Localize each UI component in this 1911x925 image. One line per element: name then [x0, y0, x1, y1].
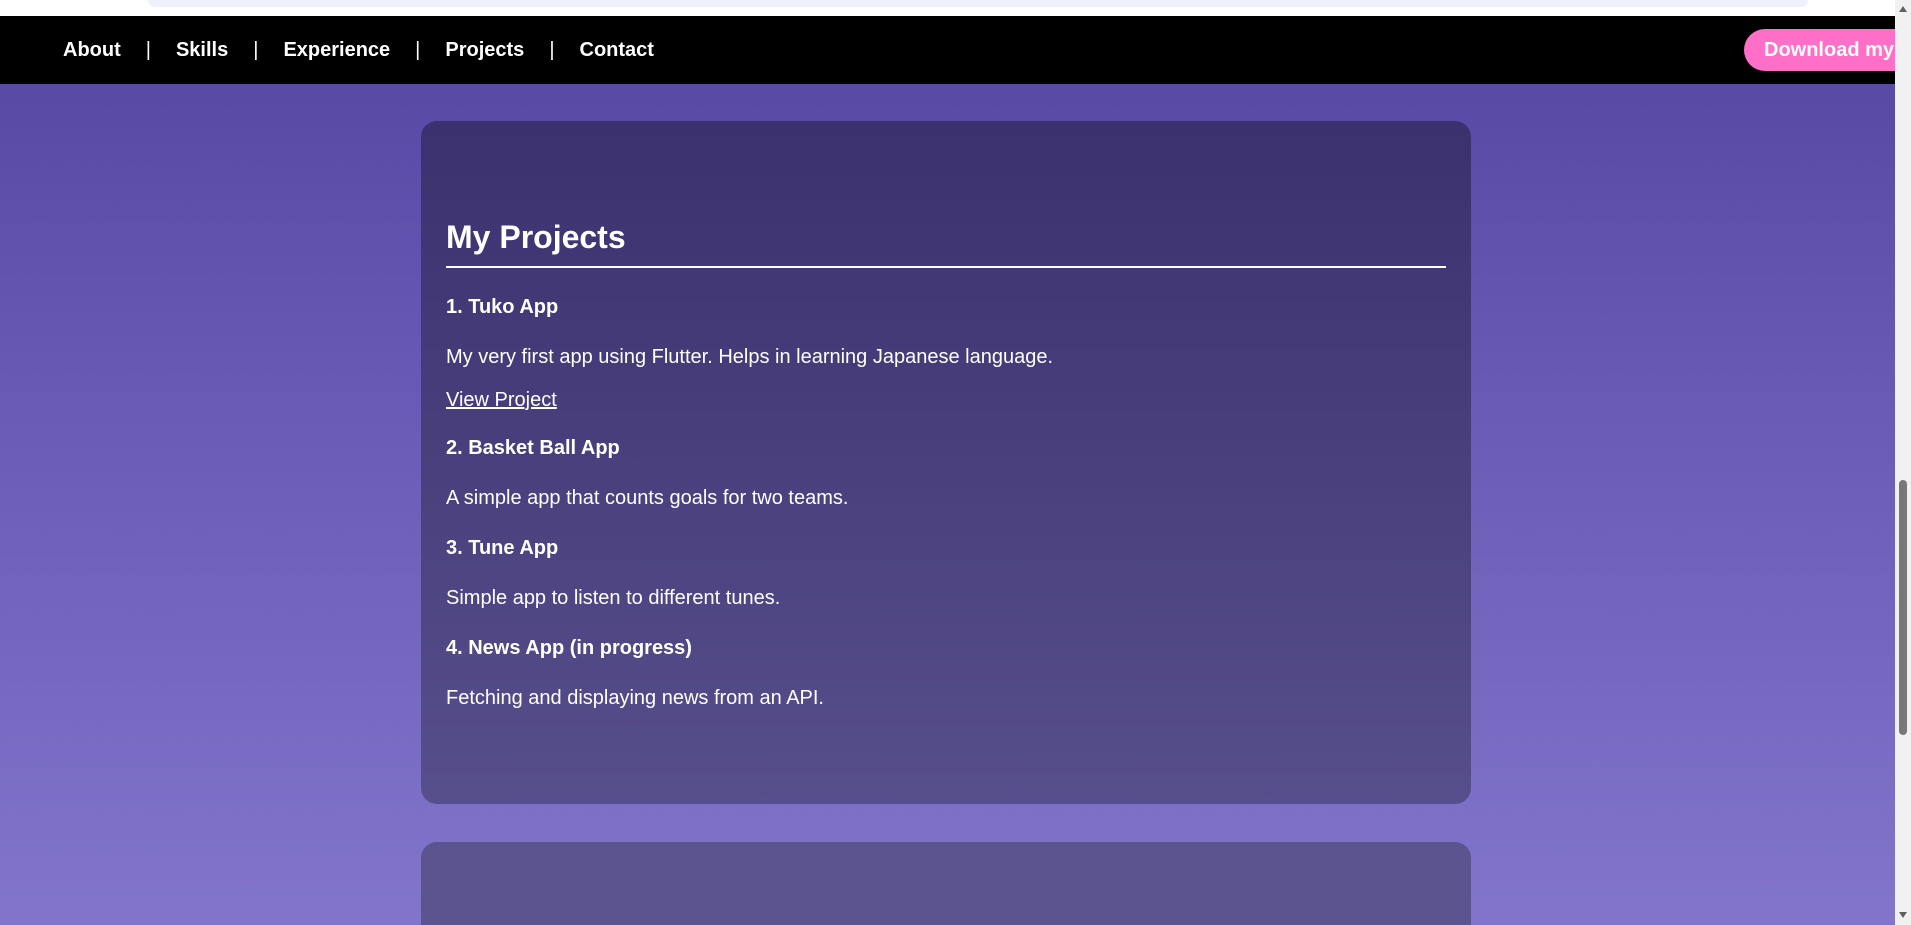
project-description: Simple app to listen to different tunes. — [446, 587, 781, 609]
scroll-thumb[interactable] — [1899, 480, 1907, 735]
projects-card: My Projects 1. Tuko App My very first ap… — [421, 121, 1471, 804]
project-item-tune: 3. Tune App Simple app to listen to diff… — [446, 537, 1446, 610]
download-cv-button[interactable]: Download my — [1744, 29, 1895, 71]
projects-section-title: My Projects — [446, 219, 1446, 268]
project-name: 3. Tune App — [446, 537, 559, 559]
project-item-news: 4. News App (in progress) Fetching and d… — [446, 637, 1446, 710]
scroll-up-arrow-icon[interactable] — [1899, 6, 1907, 12]
browser-top-strip-inner — [148, 0, 1808, 7]
project-description: My very first app using Flutter. Helps i… — [446, 346, 1054, 368]
view-project-link[interactable]: View Project — [446, 389, 557, 412]
nav-separator: | — [145, 38, 151, 61]
project-item-tuko: 1. Tuko App My very first app using Flut… — [446, 296, 1446, 412]
project-name: 2. Basket Ball App — [446, 437, 620, 459]
vertical-scrollbar[interactable] — [1895, 0, 1911, 925]
project-description: Fetching and displaying news from an API… — [446, 687, 824, 709]
browser-top-strip — [0, 0, 1895, 16]
nav-separator: | — [549, 38, 555, 61]
project-name: 1. Tuko App — [446, 296, 559, 318]
nav-link-skills[interactable]: Skills — [176, 39, 228, 62]
project-item-basketball: 2. Basket Ball App A simple app that cou… — [446, 437, 1446, 510]
nav-link-experience[interactable]: Experience — [283, 39, 390, 62]
nav-link-contact[interactable]: Contact — [580, 39, 654, 62]
nav-separator: | — [415, 38, 421, 61]
nav-links: About | Skills | Experience | Projects |… — [63, 16, 654, 84]
top-navbar: About | Skills | Experience | Projects |… — [0, 16, 1895, 84]
project-name: 4. News App (in progress) — [446, 637, 692, 659]
nav-separator: | — [253, 38, 259, 61]
nav-link-projects[interactable]: Projects — [445, 39, 524, 62]
project-description: A simple app that counts goals for two t… — [446, 487, 849, 509]
scroll-down-arrow-icon[interactable] — [1899, 912, 1907, 918]
next-section-card — [421, 842, 1471, 925]
nav-link-about[interactable]: About — [63, 39, 121, 62]
